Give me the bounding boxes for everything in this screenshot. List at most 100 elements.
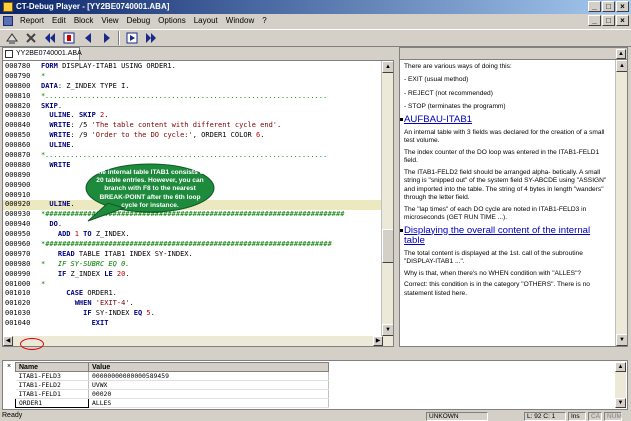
code-line[interactable]: 001010 CASE ORDER1. (3, 289, 381, 299)
var-scroll-down-icon[interactable]: ▼ (615, 398, 626, 408)
code-line[interactable]: 000860 ULINE. (3, 141, 381, 151)
menu-debug[interactable]: Debug (123, 14, 155, 28)
code-line[interactable]: 000970 READ TABLE ITAB1 INDEX SY-INDEX. (3, 250, 381, 260)
line-number: 000810 (5, 91, 31, 100)
watch-icon[interactable] (124, 31, 139, 46)
help-pane-scroll-up-icon[interactable]: ▲ (616, 49, 626, 59)
code-token: IF (41, 309, 92, 318)
line-number: 000820 (5, 101, 31, 110)
editor-tabstrip: YY2BE0740001.ABA (2, 47, 397, 60)
code-line[interactable]: 000780 FORM DISPLAY-ITAB1 USING ORDER1. (3, 62, 381, 72)
code-token: * IF SY-SUBRC EQ 0. (41, 259, 130, 268)
minimize-button[interactable]: _ (588, 1, 601, 12)
code-token: . (57, 101, 63, 110)
column-header-value[interactable]: Value (88, 362, 329, 372)
line-number: 001040 (5, 319, 31, 328)
line-number: 001010 (5, 289, 31, 298)
code-token: ADD (41, 230, 71, 239)
menu-edit[interactable]: Edit (48, 14, 70, 28)
help-scroll-down-icon[interactable]: ▼ (616, 334, 627, 346)
code-token: DATA (41, 81, 58, 90)
line-number: 000900 (5, 180, 31, 189)
scroll-left-icon[interactable]: ◀ (3, 336, 13, 346)
callout-text: The internal table ITAB1 consists of 20 … (94, 169, 206, 209)
code-line[interactable]: 000810 *.................................… (3, 92, 381, 102)
code-line[interactable]: 000830 ULINE. SKIP 2. (3, 111, 381, 121)
code-line[interactable]: 000840 WRITE: /5 'The table content with… (3, 121, 381, 131)
help-pane: There are various ways of doing this: - … (399, 47, 628, 347)
help-heading-display[interactable]: Displaying the overall content of the in… (400, 225, 610, 246)
scroll-down-icon[interactable]: ▼ (382, 324, 393, 336)
code-token: , ORDER1 COLOR (192, 131, 256, 140)
menu-help[interactable]: ? (258, 14, 270, 28)
table-row[interactable]: ITAB1-FELD2 UVWX (15, 380, 329, 390)
cancel-icon[interactable] (23, 31, 38, 46)
help-paragraph: - EXIT (usual method) (404, 76, 469, 84)
code-line[interactable]: 000800 DATA: Z_INDEX TYPE I. (3, 82, 381, 92)
scroll-up-icon[interactable]: ▲ (382, 61, 393, 73)
help-paragraph: - REJECT (not recommended) (404, 89, 493, 97)
code-line[interactable]: 000960 *#################################… (3, 240, 381, 250)
editor-horizontal-scrollbar[interactable]: ◀ ▶ (3, 336, 383, 346)
code-line[interactable]: 000990 IF Z_INDEX LE 20. (3, 270, 381, 280)
variables-scrollbar[interactable]: ▲ ▼ (615, 362, 626, 408)
code-line[interactable]: 001040 EXIT (3, 319, 381, 329)
mdi-restore-button[interactable]: □ (602, 15, 615, 26)
code-line[interactable]: 001020 WHEN 'EXIT-4'. (3, 299, 381, 309)
code-token: CASE (41, 289, 84, 298)
close-button[interactable]: × (616, 1, 629, 12)
scroll-right-icon[interactable]: ▶ (373, 336, 383, 346)
code-token: . (277, 121, 282, 130)
code-token: TABLE ITAB1 INDEX SY-INDEX. (74, 249, 193, 258)
maximize-button[interactable]: □ (602, 1, 615, 12)
step-forward-fast-icon[interactable] (143, 31, 158, 46)
code-line[interactable]: 000870 *.................................… (3, 151, 381, 161)
menu-view[interactable]: View (97, 14, 122, 28)
code-token: SY-INDEX (91, 309, 134, 318)
mdi-close-button[interactable]: × (616, 15, 629, 26)
help-paragraph: Correct: this condition is in the catego… (404, 281, 590, 297)
code-line[interactable]: 000980 * IF SY-SUBRC EQ 0. (3, 260, 381, 270)
code-token: Z_INDEX (66, 269, 105, 278)
step-back-icon[interactable] (80, 31, 95, 46)
close-icon[interactable]: × (5, 363, 13, 371)
code-token: DISPLAY-ITAB1 USING ORDER1. (57, 62, 176, 70)
step-forward-icon[interactable] (99, 31, 114, 46)
menu-block[interactable]: Block (70, 14, 98, 28)
document-icon[interactable] (3, 16, 13, 26)
column-header-name[interactable]: Name (15, 362, 89, 372)
table-row[interactable]: ORDER1 ALLES (15, 398, 329, 408)
code-line[interactable]: 000850 WRITE: /9 'Order to the DO cycle:… (3, 131, 381, 141)
code-token: . (57, 220, 63, 229)
var-scroll-up-icon[interactable]: ▲ (615, 362, 626, 372)
code-line[interactable]: 000950 ADD 1 TO Z_INDEX. (3, 230, 381, 240)
code-token: IF (41, 269, 67, 278)
code-token: 1 (70, 230, 79, 239)
code-line[interactable]: 001000 * (3, 280, 381, 290)
table-row[interactable]: ITAB1-FELD1 00020 (15, 389, 329, 399)
code-line[interactable]: 000790 * (3, 72, 381, 82)
menu-layout[interactable]: Layout (190, 14, 222, 28)
table-row[interactable]: ITAB1-FELD3 00000000000000589459 (15, 371, 329, 381)
code-line[interactable]: 000820 SKIP. (3, 102, 381, 112)
help-scroll-up-icon[interactable]: ▲ (616, 60, 627, 72)
menu-bar: Report Edit Block View Debug Options Lay… (0, 14, 631, 28)
line-number: 001030 (5, 309, 31, 318)
help-vertical-scrollbar[interactable]: ▲ ▼ (615, 60, 627, 346)
help-heading-aufbau[interactable]: AUFBAU-ITAB1 (400, 114, 610, 125)
menu-report[interactable]: Report (16, 14, 48, 28)
debug-tool-icon[interactable] (4, 31, 19, 46)
tab-source-file[interactable]: YY2BE0740001.ABA (2, 47, 82, 60)
help-paragraph: The "lap times" of each DO cycle are not… (404, 205, 587, 222)
step-back-fast-icon[interactable] (42, 31, 57, 46)
mdi-minimize-button[interactable]: _ (588, 15, 601, 26)
help-paragraph: An internal table with 3 fields was decl… (404, 128, 605, 145)
editor-vertical-scrollbar[interactable]: ▲ ▼ (381, 61, 393, 346)
menu-window[interactable]: Window (222, 14, 258, 28)
code-token: WRITE (41, 160, 71, 169)
code-line[interactable]: 001030 IF SY-INDEX EQ 5. (3, 309, 381, 319)
code-token: * (41, 71, 46, 80)
breakpoint-icon[interactable] (61, 31, 76, 46)
menu-options[interactable]: Options (154, 14, 190, 28)
scroll-thumb[interactable] (382, 229, 393, 263)
